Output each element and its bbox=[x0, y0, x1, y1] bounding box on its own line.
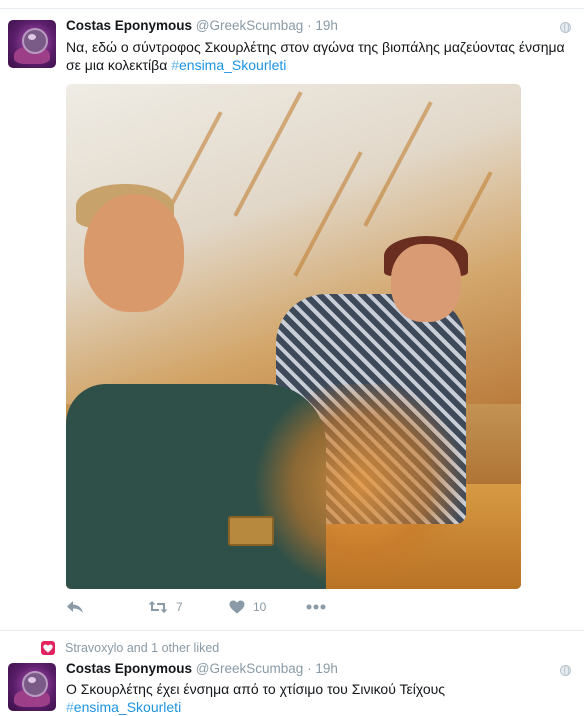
more-icon bbox=[306, 604, 326, 610]
tweet-text: Ο Σκουρλέτης έχει ένσημα από το χτίσιμο … bbox=[66, 680, 576, 716]
social-context: Stravoxylo and 1 other liked bbox=[41, 640, 219, 656]
tweet-header: Costas Eponymous @GreekScumbag · 19h bbox=[66, 661, 338, 676]
tweet-body: Να, εδώ ο σύντροφος Σκουρλέτης στον αγών… bbox=[66, 39, 565, 73]
retweet-button[interactable]: 7 bbox=[148, 600, 183, 614]
globe-icon bbox=[560, 22, 571, 33]
author-handle[interactable]: @GreekScumbag bbox=[196, 18, 304, 33]
author-name[interactable]: Costas Eponymous bbox=[66, 661, 192, 676]
tweet-header: Costas Eponymous @GreekScumbag · 19h bbox=[66, 18, 338, 33]
author-handle[interactable]: @GreekScumbag bbox=[196, 661, 304, 676]
heart-icon bbox=[229, 600, 245, 614]
separator-dot: · bbox=[307, 18, 312, 33]
avatar[interactable] bbox=[8, 20, 56, 68]
more-button[interactable] bbox=[306, 604, 326, 610]
tweet-photo[interactable] bbox=[66, 84, 521, 589]
reply-icon bbox=[67, 601, 83, 613]
liked-heart-icon bbox=[41, 641, 55, 655]
retweet-count: 7 bbox=[176, 600, 183, 614]
globe-icon bbox=[560, 665, 571, 676]
social-context-text[interactable]: Stravoxylo and 1 other liked bbox=[65, 641, 219, 655]
like-button[interactable]: 10 bbox=[229, 600, 266, 614]
timestamp[interactable]: 19h bbox=[315, 661, 338, 676]
tweet-divider bbox=[0, 630, 584, 631]
avatar[interactable] bbox=[8, 663, 56, 711]
author-name[interactable]: Costas Eponymous bbox=[66, 18, 192, 33]
tweet-body: Ο Σκουρλέτης έχει ένσημα από το χτίσιμο … bbox=[66, 681, 446, 697]
separator-dot: · bbox=[307, 661, 312, 676]
hashtag-link[interactable]: #ensima_Skourleti bbox=[171, 57, 286, 73]
tweet-actions: 7 10 bbox=[66, 600, 366, 618]
like-count: 10 bbox=[253, 600, 267, 614]
top-divider bbox=[0, 8, 584, 9]
retweet-icon bbox=[148, 601, 168, 613]
tweet-text: Να, εδώ ο σύντροφος Σκουρλέτης στον αγών… bbox=[66, 38, 576, 74]
hashtag-link[interactable]: #ensima_Skourleti bbox=[66, 699, 181, 715]
timestamp[interactable]: 19h bbox=[315, 18, 338, 33]
reply-button[interactable] bbox=[66, 600, 84, 614]
